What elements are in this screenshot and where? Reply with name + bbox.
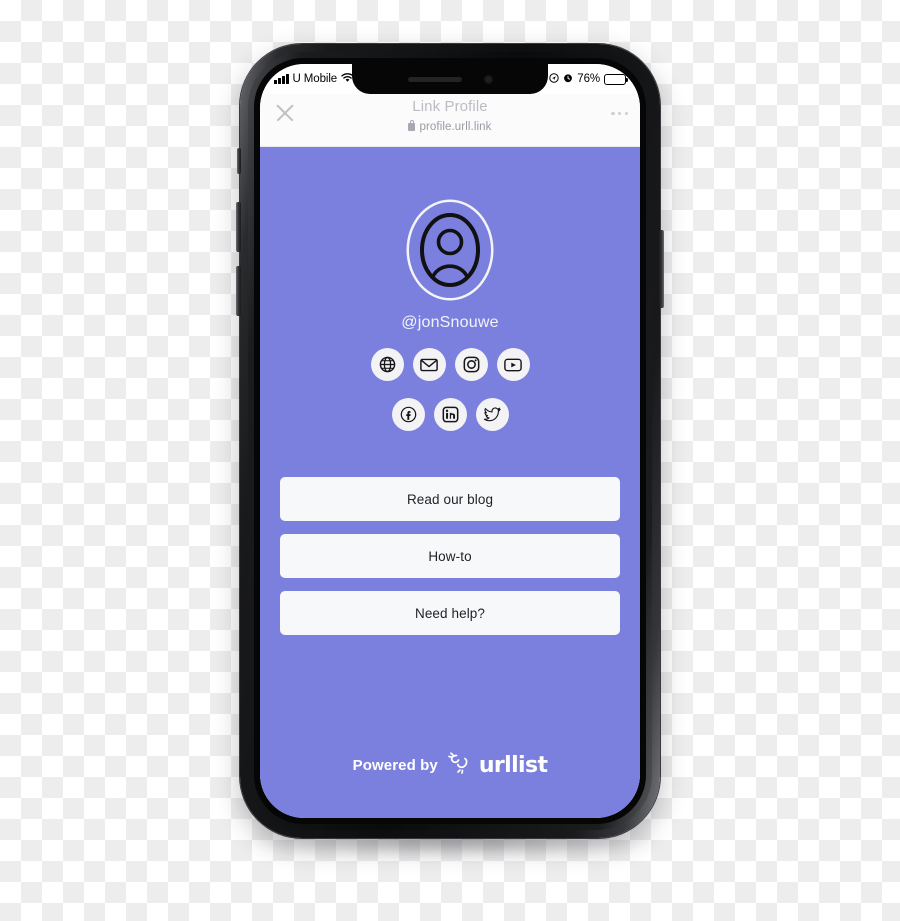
brand-name-label: urllist [478,753,548,778]
footer-branding: Powered by urllist [260,751,640,780]
urllist-logo-icon [447,751,475,780]
link-button[interactable]: Read our blog [280,477,620,521]
alarm-icon [563,73,573,86]
browser-url-row[interactable]: profile.urll.link [260,119,640,133]
battery-percent-label: 76% [577,73,600,85]
earpiece-speaker-icon [407,76,462,82]
social-links-row-1 [330,348,570,381]
social-links [330,348,570,431]
link-profile-page: @jonSnouwe Read our blog How-to Need hel… [260,146,640,818]
volume-up-button[interactable] [236,202,241,252]
browser-page-title: Link Profile [412,98,488,115]
website-icon[interactable] [370,348,404,381]
front-camera-icon [483,74,493,84]
phone-device-frame: U Mobile 76% Link Profile profile.urll.l… [236,44,664,838]
avatar[interactable] [409,202,491,298]
status-bar-right: 76% [549,72,629,86]
battery-icon [604,73,629,85]
urllist-brand[interactable]: urllist [447,751,548,780]
link-button[interactable]: Need help? [280,591,620,635]
powered-by-label: Powered by [352,757,438,774]
linkedin-icon[interactable] [433,398,467,431]
location-arrow-icon [549,72,559,86]
more-options-icon[interactable] [611,112,628,116]
email-icon[interactable] [412,348,446,381]
profile-links-list: Read our blog How-to Need help? [280,477,620,635]
browser-chrome: Link Profile profile.urll.link [260,94,640,147]
phone-screen: U Mobile 76% Link Profile profile.urll.l… [260,64,640,818]
volume-down-button[interactable] [236,266,241,316]
carrier-label: U Mobile [292,73,338,85]
link-button[interactable]: How-to [280,534,620,578]
user-avatar-placeholder-icon [420,213,480,287]
browser-url-label: profile.urll.link [419,121,492,133]
silent-switch-button[interactable] [237,148,241,174]
power-button[interactable] [659,230,664,308]
youtube-icon[interactable] [496,348,530,381]
profile-handle: @jonSnouwe [401,314,499,331]
signal-bars-icon [274,74,289,84]
avatar-container [409,202,491,298]
phone-notch [352,64,548,94]
status-bar-left: U Mobile [274,72,354,86]
instagram-icon[interactable] [454,348,488,381]
social-links-row-2 [330,398,570,431]
lock-icon [408,119,416,131]
twitter-icon[interactable] [475,398,509,431]
facebook-icon[interactable] [391,398,425,431]
